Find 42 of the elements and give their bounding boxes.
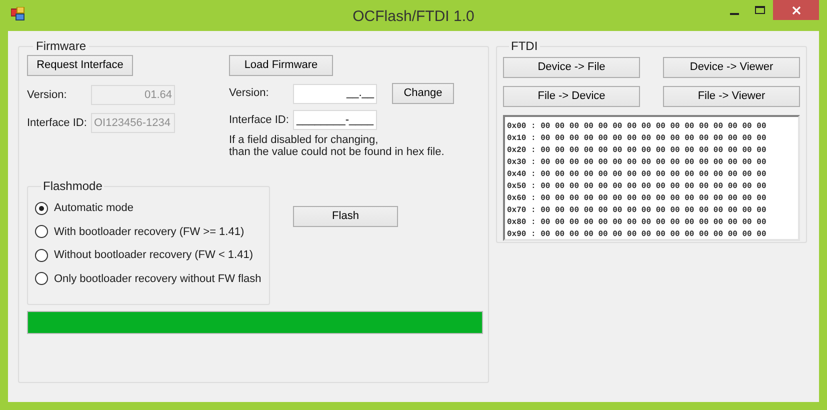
transfer-button[interactable]: Device -> File xyxy=(503,57,640,78)
hex-row-text: 0x10 : 00 00 00 00 00 00 00 00 00 00 00 00 00 00 00 00 xyxy=(507,133,768,145)
close-icon xyxy=(792,6,800,14)
field-label: Version: xyxy=(27,88,68,103)
hex-row-text: 0x60 : 00 00 00 00 00 00 00 00 00 00 00 00 00 00 00 00 xyxy=(507,193,768,205)
maximize-icon xyxy=(755,6,765,14)
hex-row-text: 0x70 : 00 00 00 00 00 00 00 00 00 00 00 00 00 00 00 00 xyxy=(507,205,768,217)
radio-button[interactable] xyxy=(35,225,48,238)
close-button[interactable] xyxy=(773,0,819,20)
hex-row-text: 0x90 : 00 00 00 00 00 00 00 00 00 00 00 00 00 00 00 00 xyxy=(507,229,768,241)
text-field[interactable]: ________-____ xyxy=(293,110,377,130)
hex-row-text: 0x50 : 00 00 00 00 00 00 00 00 00 00 00 00 00 00 00 00 xyxy=(507,181,768,193)
flash-button[interactable]: Flash xyxy=(293,206,398,227)
group-title: Flashmode xyxy=(42,180,104,192)
transfer-button[interactable]: Device -> Viewer xyxy=(663,57,800,78)
text-field[interactable]: __.__ xyxy=(293,84,377,104)
minimize-icon xyxy=(730,13,738,15)
radio-option[interactable]: Without bootloader recovery (FW < 1.41) xyxy=(35,247,262,264)
radio-option[interactable]: With bootloader recovery (FW >= 1.41) xyxy=(35,224,262,240)
change-button[interactable]: Change xyxy=(392,83,454,104)
field-label: Interface ID: xyxy=(229,112,290,128)
group-title: Firmware xyxy=(35,40,87,52)
group-title: FTDI xyxy=(510,40,539,52)
load-firmware-button[interactable]: Load Firmware xyxy=(229,55,333,76)
note-text: If a field disabled for changing, than the value could not be found in hex file. xyxy=(229,134,446,158)
hex-row-text: 0x00 : 00 00 00 00 00 00 00 00 00 00 00 00 00 00 00 00 xyxy=(507,121,768,133)
hex-row-text: 0x80 : 00 00 00 00 00 00 00 00 00 00 00 00 00 00 00 00 xyxy=(507,217,768,229)
radio-option[interactable]: Automatic mode xyxy=(35,200,262,216)
window-title: OCFlash/FTDI 1.0 xyxy=(352,7,476,27)
transfer-button[interactable]: File -> Viewer xyxy=(663,86,800,107)
radio-button[interactable] xyxy=(35,272,48,286)
radio-button[interactable] xyxy=(35,202,48,215)
app-icon xyxy=(11,7,25,21)
request-interface-button[interactable]: Request Interface xyxy=(27,55,133,76)
field-label: Version: xyxy=(229,86,270,102)
radio-option[interactable]: Only bootloader recovery without FW flash xyxy=(35,270,262,287)
hex-row-text: 0x40 : 00 00 00 00 00 00 00 00 00 00 00 00 00 00 00 00 xyxy=(507,169,768,181)
radio-button[interactable] xyxy=(35,248,48,262)
field-label: Interface ID: xyxy=(27,116,88,131)
hex-row-text: 0x20 : 00 00 00 00 00 00 00 00 00 00 00 00 00 00 00 00 xyxy=(507,145,768,157)
hex-row-text: 0x30 : 00 00 00 00 00 00 00 00 00 00 00 00 00 00 00 00 xyxy=(507,157,768,169)
transfer-button[interactable]: File -> Device xyxy=(503,86,640,107)
